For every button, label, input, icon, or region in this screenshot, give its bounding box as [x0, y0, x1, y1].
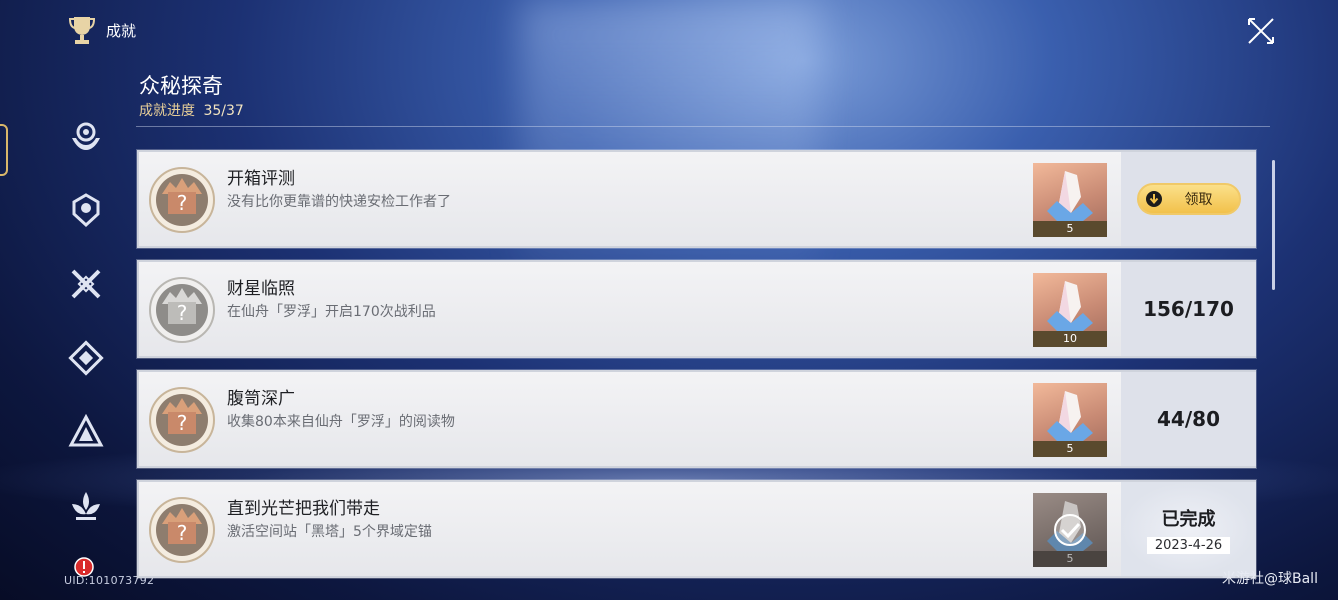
achievement-progress-count: 44/80 [1121, 372, 1256, 466]
check-circle-icon [1054, 514, 1086, 546]
sidebar-item-3[interactable] [68, 266, 104, 302]
achievement-description: 收集80本来自仙舟「罗浮」的阅读物 [227, 414, 455, 430]
reward-item: 10 [1033, 273, 1107, 347]
svg-text:?: ? [177, 521, 188, 545]
completed-date: 2023-4-26 [1146, 536, 1231, 554]
selected-category-bracket [0, 124, 8, 176]
sidebar-item-5[interactable] [68, 414, 104, 450]
achievement-status: 已完成 2023-4-26 [1121, 482, 1256, 576]
emblem-hands-icon [72, 122, 100, 150]
stellar-jade-icon [1047, 391, 1093, 441]
emblem-diamond-icon [68, 340, 104, 376]
svg-text:?: ? [177, 301, 188, 325]
reward-item: 5 [1033, 163, 1107, 237]
achievement-badge-icon: ? [149, 387, 215, 453]
claim-label: 领取 [1184, 192, 1213, 208]
sidebar-item-1[interactable] [68, 118, 104, 154]
trophy-icon [68, 17, 96, 44]
sidebar-item-2[interactable] [68, 192, 104, 228]
claim-button[interactable]: 领取 [1136, 183, 1241, 215]
achievement-badge-icon: ? [149, 277, 215, 343]
achievement-progress-count: 156/170 [1121, 262, 1256, 356]
watermark: 米游社@球Ball [1222, 571, 1318, 587]
achievement-title: 开箱评测 [227, 169, 295, 189]
reward-count: 10 [1033, 331, 1107, 347]
achievement-description: 激活空间站「黑塔」5个界域定锚 [227, 524, 432, 540]
achievement-badge-icon: ? [149, 497, 215, 563]
achievement-card: ? 直到光芒把我们带走 激活空间站「黑塔」5个界域定锚 5 已完成 2023-4… [137, 480, 1256, 578]
achievement-description: 在仙舟「罗浮」开启170次战利品 [227, 304, 436, 320]
stellar-jade-icon [1047, 171, 1093, 221]
achievement-description: 没有比你更靠谱的快递安检工作者了 [227, 194, 451, 210]
section-title: 众秘探奇 [139, 74, 223, 98]
reward-count: 5 [1033, 221, 1107, 237]
close-icon[interactable] [1246, 16, 1276, 46]
svg-text:?: ? [177, 411, 188, 435]
emblem-crossed-swords-icon [71, 269, 101, 299]
stellar-jade-icon [1047, 281, 1093, 331]
reward-item: 5 [1033, 383, 1107, 457]
svg-text:?: ? [177, 191, 188, 215]
page-header: 成就 [68, 14, 136, 46]
achievement-title: 财星临照 [227, 279, 295, 299]
completed-box: 已完成 2023-4-26 [1121, 482, 1256, 576]
section-divider [136, 126, 1270, 127]
emblem-helmet-icon [72, 193, 100, 228]
achievement-status: 领取 [1121, 152, 1256, 246]
achievement-title: 直到光芒把我们带走 [227, 499, 380, 519]
page-title: 成就 [106, 21, 137, 40]
achievement-card: ? 财星临照 在仙舟「罗浮」开启170次战利品 10 156/170 [137, 260, 1256, 358]
emblem-triangle-icon [68, 414, 104, 447]
arrow-down-circle-icon [1145, 191, 1162, 207]
sidebar-item-4[interactable] [68, 340, 104, 376]
list-scrollbar[interactable] [1272, 160, 1275, 290]
reward-count: 5 [1033, 551, 1107, 567]
emblem-lotus-icon [72, 492, 100, 520]
sidebar-item-6[interactable] [68, 488, 104, 524]
achievement-card: ? 开箱评测 没有比你更靠谱的快递安检工作者了 5 领取 [137, 150, 1256, 248]
progress-value: 35/37 [203, 103, 244, 119]
achievement-title: 腹笥深广 [227, 389, 295, 409]
achievement-badge-icon: ? [149, 167, 215, 233]
reward-count: 5 [1033, 441, 1107, 457]
reward-item: 5 [1033, 493, 1107, 567]
progress-label: 成就进度 [139, 103, 195, 119]
achievement-card: ? 腹笥深广 收集80本来自仙舟「罗浮」的阅读物 5 44/80 [137, 370, 1256, 468]
completed-label: 已完成 [1161, 508, 1216, 530]
achievement-progress: 成就进度 35/37 [139, 100, 244, 120]
